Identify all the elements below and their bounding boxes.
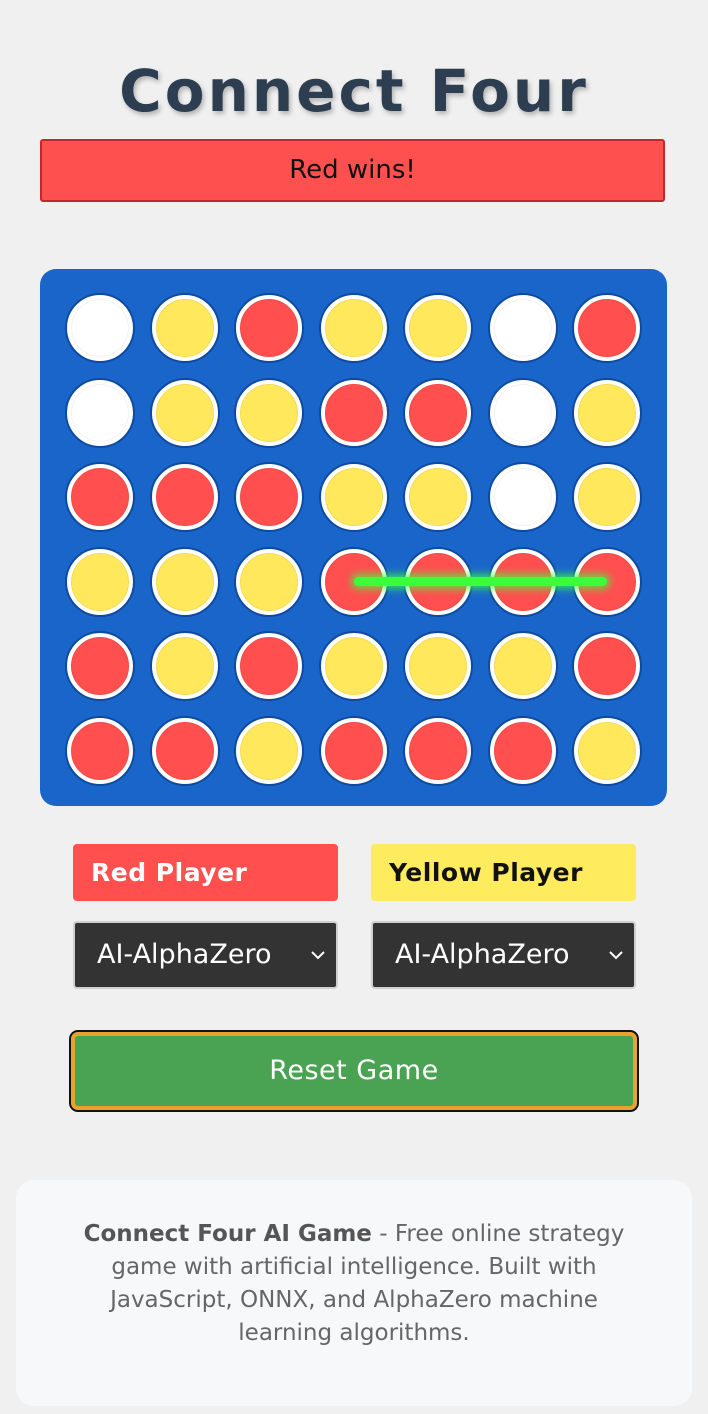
board-cell[interactable] <box>489 464 556 530</box>
board-cell[interactable] <box>151 295 218 361</box>
board-cell[interactable] <box>151 379 218 446</box>
game-board[interactable] <box>40 269 667 806</box>
board-cell[interactable] <box>320 295 387 361</box>
board-cell[interactable] <box>151 633 218 699</box>
board-cell[interactable] <box>405 464 471 530</box>
board-cell[interactable] <box>236 464 302 530</box>
board-cell[interactable] <box>320 464 387 530</box>
board-cell[interactable] <box>405 295 471 361</box>
board-cell[interactable] <box>405 717 471 784</box>
board-cell[interactable] <box>489 379 556 446</box>
board-cell[interactable] <box>151 464 218 530</box>
board-cell[interactable] <box>67 379 133 446</box>
board-cell[interactable] <box>574 379 640 446</box>
board-cell[interactable] <box>236 295 302 361</box>
board-cell[interactable] <box>405 633 471 699</box>
board-cell[interactable] <box>151 717 218 784</box>
red-player-select-value: AI-AlphaZero <box>97 939 272 970</box>
yellow-player-label: Yellow Player <box>371 844 636 901</box>
chevron-down-icon <box>311 951 325 960</box>
board-cell[interactable] <box>489 295 556 361</box>
board-cell[interactable] <box>320 717 387 784</box>
page-title: Connect Four <box>119 56 589 125</box>
board-cell[interactable] <box>489 633 556 699</box>
board-cell[interactable] <box>67 717 133 784</box>
board-cell[interactable] <box>236 633 302 699</box>
board-cell[interactable] <box>320 379 387 446</box>
yellow-player-select-value: AI-AlphaZero <box>395 939 570 970</box>
yellow-player-select[interactable]: AI-AlphaZero <box>371 921 636 989</box>
board-cell[interactable] <box>236 548 302 615</box>
board-cell[interactable] <box>236 379 302 446</box>
board-cell[interactable] <box>151 548 218 615</box>
board-cell[interactable] <box>236 717 302 784</box>
board-cell[interactable] <box>574 295 640 361</box>
board-cell[interactable] <box>574 717 640 784</box>
board-cell[interactable] <box>320 633 387 699</box>
board-cell[interactable] <box>67 548 133 615</box>
board-cell[interactable] <box>67 633 133 699</box>
reset-game-button[interactable]: Reset Game <box>69 1030 639 1112</box>
board-cell[interactable] <box>574 633 640 699</box>
footer-title: Connect Four AI Game <box>83 1221 372 1247</box>
board-cell[interactable] <box>489 717 556 784</box>
board-cell[interactable] <box>574 464 640 530</box>
red-player-label: Red Player <box>73 844 338 901</box>
winning-line <box>353 577 607 586</box>
board-cell[interactable] <box>67 464 133 530</box>
board-cell[interactable] <box>405 379 471 446</box>
board-cell[interactable] <box>67 295 133 361</box>
chevron-down-icon <box>609 951 623 960</box>
game-status-banner: Red wins! <box>40 139 665 202</box>
red-player-select[interactable]: AI-AlphaZero <box>73 921 338 989</box>
footer-description: Connect Four AI Game - Free online strat… <box>16 1180 692 1406</box>
